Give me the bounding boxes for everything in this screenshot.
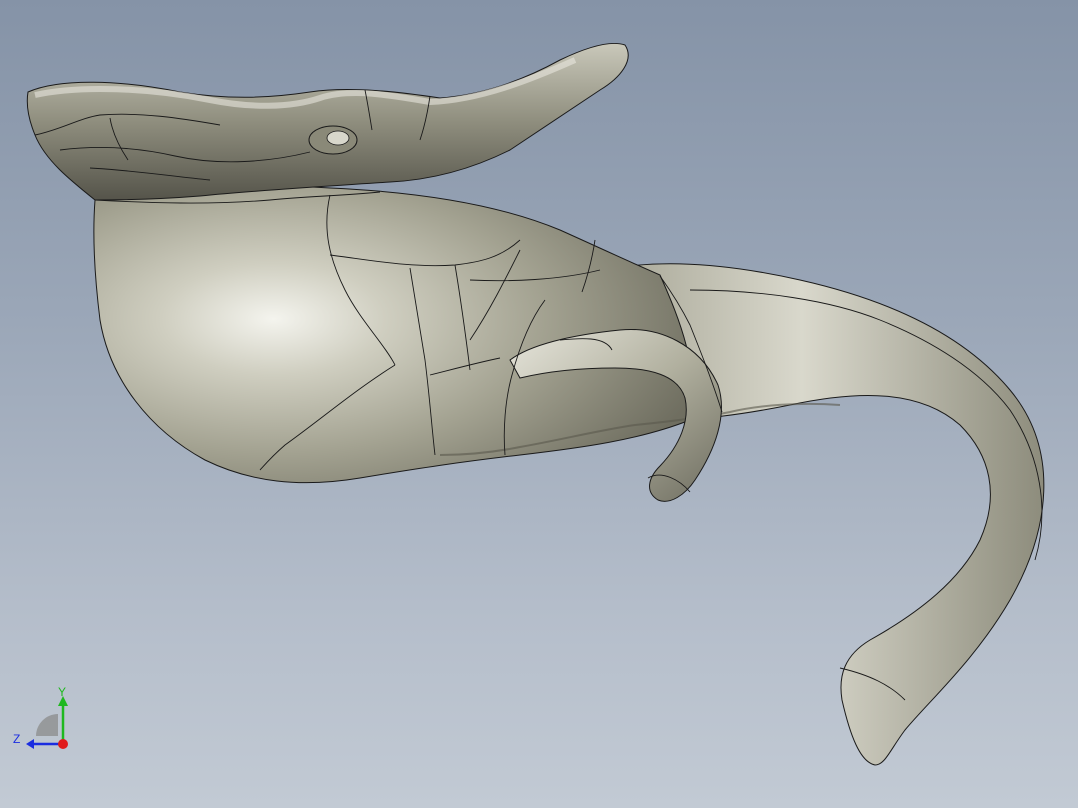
y-axis-label: Y (58, 685, 66, 699)
orientation-triad: Y Z (13, 685, 68, 749)
triad-arc (36, 714, 58, 736)
z-axis-arrow (26, 739, 34, 749)
z-axis-label: Z (13, 732, 20, 746)
elephant-model[interactable] (0, 0, 1078, 808)
ear-frill (26, 42, 629, 201)
x-axis-dot (58, 739, 68, 749)
graphics-viewport[interactable]: Y Z (0, 0, 1078, 808)
